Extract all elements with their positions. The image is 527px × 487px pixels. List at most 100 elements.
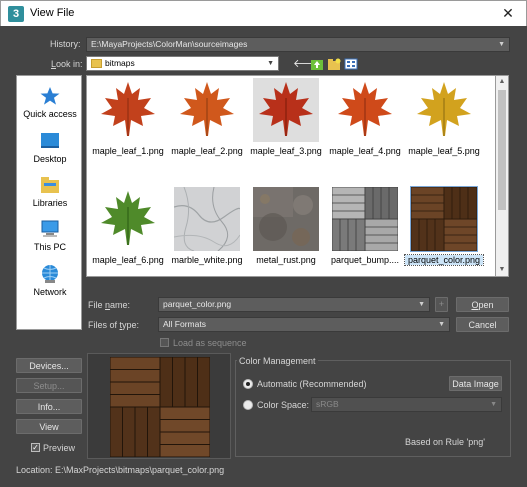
cancel-button[interactable]: Cancel	[456, 317, 509, 332]
sidebar-item-label: Desktop	[33, 154, 67, 164]
sidebar-item-network[interactable]: Network	[17, 264, 83, 297]
filename-value: parquet_color.png	[163, 299, 232, 309]
file-name: maple_leaf_2.png	[171, 146, 243, 156]
desktop-icon	[41, 133, 59, 148]
file-thumbnail	[95, 78, 161, 142]
file-thumbnail	[95, 187, 161, 251]
devices-button[interactable]: Devices...	[16, 358, 82, 373]
file-tile[interactable]: maple_leaf_2.png	[168, 78, 246, 156]
file-tile[interactable]: metal_rust.png	[247, 187, 325, 265]
preview-image	[110, 357, 210, 457]
load-sequence-checkbox[interactable]	[160, 338, 169, 347]
scroll-down-icon[interactable]: ▼	[496, 264, 508, 276]
file-name: parquet_bump....	[330, 255, 400, 265]
file-tile[interactable]: maple_leaf_1.png	[89, 78, 167, 156]
filetype-label: Files of type:	[88, 320, 140, 330]
file-tile-selected[interactable]: parquet_color.png	[404, 186, 484, 266]
view-menu-icon[interactable]	[344, 57, 358, 71]
preview-pane	[87, 353, 231, 459]
location-label: Location:	[16, 465, 53, 475]
lookin-value: bitmaps	[105, 58, 135, 68]
colorspace-label: Color Space:	[257, 400, 310, 410]
file-thumbnail	[411, 78, 477, 142]
file-name: maple_leaf_5.png	[408, 146, 480, 156]
new-folder-icon[interactable]	[327, 57, 341, 71]
app-icon: 3	[8, 6, 24, 22]
lookin-label: Look in:	[51, 59, 83, 69]
file-thumbnail	[410, 186, 478, 252]
file-name: parquet_color.png	[404, 254, 484, 266]
file-tile[interactable]: maple_leaf_5.png	[405, 78, 483, 156]
add-button[interactable]: +	[435, 297, 448, 312]
up-folder-icon[interactable]	[310, 57, 324, 71]
setup-button[interactable]: Setup...	[16, 378, 82, 393]
file-tile[interactable]: marble_white.png	[168, 187, 246, 265]
file-name: maple_leaf_3.png	[250, 146, 322, 156]
filename-input[interactable]: parquet_color.png ▼	[158, 297, 430, 312]
file-thumbnail	[174, 187, 240, 251]
location-value: E:\MaxProjects\bitmaps\parquet_color.png	[55, 465, 225, 475]
chevron-down-icon: ▼	[438, 321, 445, 328]
title-bar: 3 View File ✕	[0, 0, 527, 26]
file-name: maple_leaf_4.png	[329, 146, 401, 156]
scrollbar-thumb[interactable]	[498, 90, 506, 210]
preview-checkbox[interactable]: ✓	[31, 443, 40, 452]
sidebar-item-libraries[interactable]: Libraries	[17, 175, 83, 208]
file-thumbnail	[253, 187, 319, 251]
history-dropdown[interactable]: E:\MayaProjects\ColorMan\sourceimages ▼	[86, 37, 510, 52]
history-label: History:	[50, 39, 81, 49]
file-grid: maple_leaf_1.png maple_leaf_2.png maple_…	[86, 75, 496, 277]
preview-label: Preview	[43, 443, 76, 453]
color-management-title: Color Management	[237, 356, 318, 366]
history-value: E:\MayaProjects\ColorMan\sourceimages	[91, 39, 248, 49]
sidebar-item-label: Libraries	[32, 198, 68, 208]
sidebar-item-label: Quick access	[23, 109, 77, 119]
back-arrow-icon[interactable]: 🡐	[293, 57, 323, 71]
file-name: maple_leaf_6.png	[92, 255, 164, 265]
file-grid-scrollbar[interactable]: ▲ ▼	[496, 75, 509, 277]
colorspace-dropdown[interactable]: sRGB ▼	[311, 397, 502, 412]
close-button[interactable]: ✕	[498, 4, 518, 22]
star-icon	[40, 87, 60, 105]
file-thumbnail	[174, 78, 240, 142]
filetype-dropdown[interactable]: All Formats ▼	[158, 317, 450, 332]
sidebar-item-label: Network	[33, 287, 67, 297]
window-title: View File	[30, 7, 75, 19]
chevron-down-icon: ▼	[267, 60, 274, 67]
filetype-value: All Formats	[163, 319, 206, 329]
open-button[interactable]: Open	[456, 297, 509, 312]
colorspace-value: sRGB	[316, 399, 339, 409]
lookin-dropdown[interactable]: bitmaps ▼	[86, 56, 279, 71]
file-tile[interactable]: parquet_bump....	[326, 187, 404, 265]
file-tile[interactable]: maple_leaf_3.png	[247, 78, 325, 156]
load-sequence-label: Load as sequence	[173, 338, 247, 348]
automatic-label: Automatic (Recommended)	[257, 379, 367, 389]
view-button[interactable]: View	[16, 419, 82, 434]
computer-icon	[41, 220, 59, 237]
chevron-down-icon: ▼	[418, 301, 425, 308]
info-button[interactable]: Info...	[16, 399, 82, 414]
sidebar-item-desktop[interactable]: Desktop	[17, 131, 83, 164]
file-tile[interactable]: maple_leaf_4.png	[326, 78, 404, 156]
scroll-up-icon[interactable]: ▲	[496, 76, 508, 88]
network-icon	[42, 265, 58, 283]
filename-label: File name:	[88, 300, 131, 310]
sidebar-item-quick-access[interactable]: Quick access	[17, 86, 83, 119]
colorspace-radio[interactable]	[243, 400, 253, 410]
chevron-down-icon: ▼	[490, 401, 497, 408]
file-thumbnail	[332, 187, 398, 251]
sidebar-item-label: This PC	[33, 242, 66, 252]
file-thumbnail	[332, 78, 398, 142]
sidebar-item-this-pc[interactable]: This PC	[17, 219, 83, 252]
libraries-icon	[41, 177, 59, 193]
file-name: marble_white.png	[171, 255, 243, 265]
data-image-button[interactable]: Data Image	[449, 376, 502, 391]
chevron-down-icon: ▼	[498, 41, 505, 48]
file-name: metal_rust.png	[256, 255, 316, 265]
file-tile[interactable]: maple_leaf_6.png	[89, 187, 167, 265]
places-sidebar: Quick access Desktop Libraries This PC N…	[16, 75, 82, 330]
rule-text: Based on Rule 'png'	[405, 437, 485, 447]
file-name: maple_leaf_1.png	[92, 146, 164, 156]
automatic-radio[interactable]	[243, 379, 253, 389]
folder-icon	[91, 59, 102, 68]
